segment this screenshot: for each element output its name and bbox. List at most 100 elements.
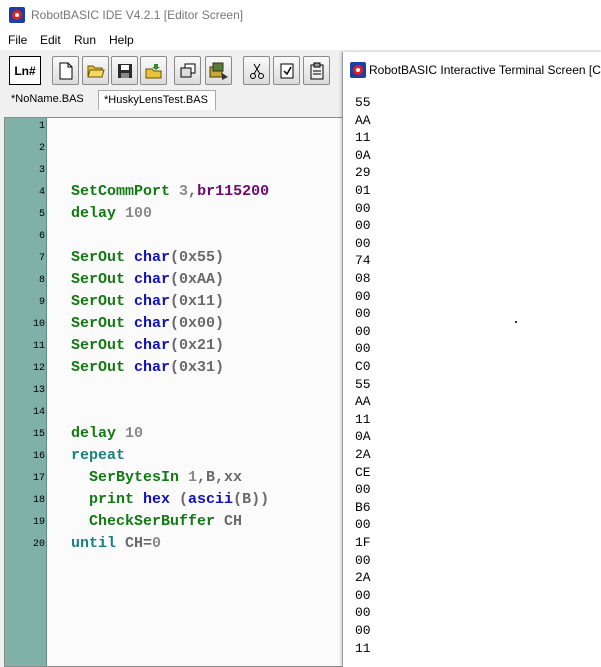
terminal-output-line: 2A [355,447,371,462]
terminal-output-line: 00 [355,200,371,216]
terminal-output-line: AA [355,394,371,410]
terminal-title-bar: RobotBASIC Interactive Terminal Screen [… [343,52,601,88]
open-file-button[interactable] [82,56,109,85]
interactive-terminal-window[interactable]: RobotBASIC Interactive Terminal Screen [… [342,52,601,667]
code-token: (B)) [233,491,270,508]
cut-icon [249,63,264,79]
code-line[interactable]: SerOut char(0x31) [71,359,224,376]
terminal-output-line: 08 [355,271,371,286]
code-token: SerOut [71,315,135,332]
open-project-button[interactable] [140,56,167,85]
code-token: (0xAA) [170,271,225,288]
terminal-output-line: 11 [355,130,371,146]
code-line[interactable]: SerOut char(0x00) [71,315,224,332]
code-token: SerOut [71,293,135,310]
code-line[interactable]: SerBytesIn 1,B,xx [71,469,242,486]
code-token: SerBytesIn [71,469,189,486]
copy-windows-button[interactable] [174,56,201,85]
code-token: char [134,249,171,266]
code-token: char [134,271,171,288]
code-line[interactable]: CheckSerBuffer CH [71,513,242,530]
line-number-button[interactable]: Ln# [9,56,41,85]
code-token: 0 [152,535,162,552]
clipboard-button[interactable] [303,56,330,85]
code-token: CH [224,513,243,530]
save-button[interactable] [111,56,138,85]
code-line[interactable]: until CH=0 [71,535,161,552]
code-line[interactable]: delay 10 [71,425,143,442]
cut-button[interactable] [243,56,270,85]
tab-huskylenstest[interactable]: *HuskyLensTest.BAS [98,90,216,110]
code-token: ascii [188,491,234,508]
code-line[interactable]: SetCommPort 3,br115200 [71,183,269,200]
line-number: 8 [38,275,45,286]
line-number-gutter: 1 2 3 4 5 6 7 8 9 10 11 12 13 14 15 16 17 18 19 20 [5,118,47,666]
line-number: 2 [38,143,45,154]
code-token: SerOut [71,337,135,354]
code-line[interactable]: delay 100 [71,205,152,222]
run-program-button[interactable] [205,56,232,85]
open-project-icon [145,63,161,78]
code-line[interactable]: SerOut char(0x21) [71,337,224,354]
code-line[interactable]: SerOut char(0x55) [71,249,224,266]
window-title: RobotBASIC IDE V4.2.1 [Editor Screen] [31,8,244,22]
line-number: 12 [32,363,45,374]
line-number: 20 [32,539,45,550]
code-token: char [134,337,171,354]
terminal-output-line: 2A [355,570,371,586]
code-line[interactable]: SerOut char(0xAA) [71,271,224,288]
terminal-output-line: C0 [355,359,371,374]
code-token: (0x11) [170,293,225,310]
terminal-output-line: B6 [355,499,371,515]
code-line[interactable]: repeat [71,447,125,464]
robotbasic-app-icon [9,7,25,23]
new-file-icon [59,62,72,79]
terminal-output-line: 01 [355,183,371,198]
code-token: ,B,xx [197,469,243,486]
copy-windows-icon [180,63,195,77]
paste-button[interactable] [273,56,300,85]
line-number: 1 [38,121,45,132]
terminal-output-line: 00 [355,341,371,357]
code-token: (0x55) [170,249,225,266]
terminal-output-line: 0A [355,429,371,445]
terminal-output-line: 0A [355,147,371,163]
menu-help[interactable]: Help [109,33,134,47]
clipboard-icon [310,62,323,79]
line-number: 7 [38,253,45,264]
cursor-dot [515,321,517,323]
terminal-output-line: CE [355,464,371,480]
terminal-output-line: 00 [355,235,371,251]
code-token: repeat [71,447,126,464]
code-token: char [134,359,171,376]
code-line[interactable]: print hex (ascii(B)) [71,491,269,508]
new-file-button[interactable] [52,56,79,85]
code-token: char [134,315,171,332]
code-editor[interactable]: 1 2 3 4 5 6 7 8 9 10 11 12 13 14 15 16 17 18 19 20 SetCommP… [4,117,346,667]
code-token: print [71,491,144,508]
menu-run[interactable]: Run [74,33,96,47]
terminal-output-line: 00 [355,482,371,498]
terminal-output-line: 00 [355,517,371,533]
menu-edit[interactable]: Edit [40,33,61,47]
title-bar: RobotBASIC IDE V4.2.1 [Editor Screen] [0,0,601,30]
code-token: hex [143,491,180,508]
terminal-output-line: 1F [355,535,371,550]
code-line[interactable]: SerOut char(0x11) [71,293,224,310]
code-token: delay [71,205,126,222]
code-token: ( [179,491,189,508]
line-number: 16 [32,451,45,462]
robotbasic-terminal-icon [350,62,366,78]
terminal-output-line: 11 [355,411,371,427]
line-number: 3 [38,165,45,176]
line-number: 10 [32,319,45,330]
line-number: 15 [32,429,45,440]
code-token: SerOut [71,249,135,266]
terminal-output: 55 AA 11 0A 29 01 00 00 00 74 08 00 00 00 00 C0 55 AA 11 0A… [355,88,601,667]
tab-noname[interactable]: *NoName.BAS [6,90,90,110]
terminal-output-line: 29 [355,165,371,181]
code-area[interactable]: SetCommPort 3,br115200 delay 100 SerOut ch… [47,118,345,666]
code-token: SerOut [71,359,135,376]
menu-file[interactable]: File [8,33,27,47]
line-number: 11 [32,341,45,352]
